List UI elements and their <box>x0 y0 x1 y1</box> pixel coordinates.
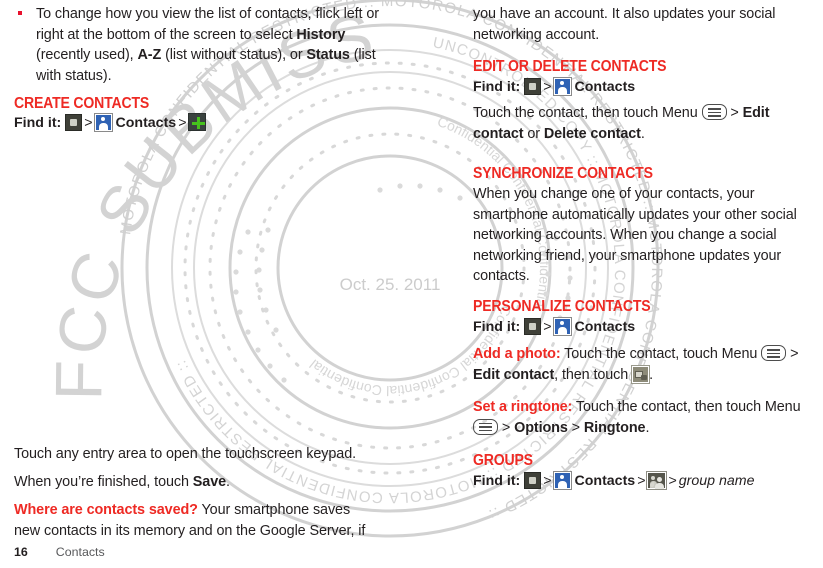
ringtone-text-2: > <box>498 419 515 436</box>
find-it-label: Find it: <box>473 473 521 489</box>
heading-synchronize-contacts: SYNCHRONIZE CONTACTS <box>473 165 653 182</box>
lead-set-a-ringtone: Set a ringtone: <box>473 399 573 415</box>
contacts-icon[interactable] <box>553 472 571 489</box>
ringtone-bold-ringtone: Ringtone <box>583 419 646 436</box>
paragraph-edit-delete-steps: Touch the contact, then touch Menu > Edi… <box>473 103 823 144</box>
ringtone-text-3: > <box>567 419 584 436</box>
heading-edit-or-delete-contacts: EDIT OR DELETE CONTACTS <box>473 58 667 75</box>
group-name-placeholder: group name <box>678 473 755 489</box>
add-plus-icon[interactable] <box>188 113 207 131</box>
find-it-label: Find it: <box>473 319 521 335</box>
edit-delete-text-2: > <box>726 105 743 121</box>
contacts-icon[interactable] <box>553 318 571 335</box>
add-photo-text-4: . <box>649 366 653 383</box>
groups-icon[interactable] <box>647 472 667 489</box>
heading-create-contacts: CREATE CONTACTS <box>14 95 150 112</box>
contacts-label[interactable]: Contacts <box>574 473 635 489</box>
find-it-personalize: Find it: > Contacts <box>473 317 635 337</box>
find-it-label: Find it: <box>473 79 521 95</box>
find-it-edit-delete: Find it: > Contacts <box>473 77 635 97</box>
find-it-create-contacts: Find it: > Contacts > <box>14 113 207 133</box>
path-separator: > <box>543 79 552 95</box>
left-column: To change how you view the list of conta… <box>14 0 379 539</box>
app-launcher-icon[interactable] <box>524 472 542 489</box>
add-photo-text-2: > <box>786 346 799 362</box>
bullet-bold-status: Status <box>306 47 350 63</box>
path-separator: > <box>543 473 552 489</box>
lead-where-saved: Where are contacts saved? <box>14 502 198 518</box>
paragraph-touch-entry-area: Touch any entry area to open the touchsc… <box>14 446 357 462</box>
contacts-icon[interactable] <box>94 114 112 131</box>
footer-section-name: Contacts <box>55 545 105 559</box>
path-separator: > <box>84 115 93 131</box>
add-photo-text-1: Touch the contact, touch Menu <box>560 346 762 362</box>
contacts-label[interactable]: Contacts <box>115 115 176 131</box>
paragraph-when-finished: When you’re finished, touch Save. <box>14 472 374 493</box>
bullet-text-3: (list without status), or <box>161 47 307 63</box>
contacts-icon[interactable] <box>553 78 571 95</box>
edit-delete-text-4: . <box>640 125 645 142</box>
finished-text-2: . <box>226 474 230 490</box>
bullet-text-2: (recently used), <box>36 47 138 63</box>
app-launcher-icon[interactable] <box>524 318 542 335</box>
add-photo-bold-edit-contact: Edit contact <box>473 366 555 383</box>
path-separator-2: > <box>178 115 187 131</box>
photo-icon[interactable] <box>632 365 650 383</box>
menu-key-icon[interactable] <box>701 104 727 120</box>
paragraph-where-are-contacts-saved: Where are contacts saved? Your smartphon… <box>14 500 372 541</box>
edit-delete-text-1: Touch the contact, then touch Menu <box>473 105 702 121</box>
path-separator-3: > <box>668 473 677 489</box>
find-it-label: Find it: <box>14 115 62 131</box>
finished-text-1: When you’re finished, touch <box>14 474 193 490</box>
paragraph-set-a-ringtone: Set a ringtone: Touch the contact, then … <box>473 397 823 438</box>
list-item: To change how you view the list of conta… <box>14 4 386 86</box>
bullet-bold-az: A-Z <box>137 47 162 63</box>
edit-delete-bold-delete: Delete contact <box>543 125 641 142</box>
find-it-groups: Find it: > Contacts > > group name <box>473 471 755 491</box>
page-number: 16 <box>14 545 28 559</box>
bullet-dot-icon <box>18 11 22 15</box>
heading-personalize-contacts: PERSONALIZE CONTACTS <box>473 298 651 315</box>
lead-add-a-photo: Add a photo: <box>473 346 561 362</box>
ringtone-text-4: . <box>645 419 650 436</box>
contacts-label[interactable]: Contacts <box>574 319 635 335</box>
ringtone-bold-options: Options <box>514 419 568 436</box>
app-launcher-icon[interactable] <box>524 78 542 95</box>
bullet-bold-history: History <box>296 26 346 43</box>
ringtone-text-1: Touch the contact, then touch Menu <box>572 399 801 415</box>
add-photo-text-3: , then touch <box>554 366 633 383</box>
path-separator: > <box>543 319 552 335</box>
page-content: To change how you view the list of conta… <box>0 0 823 568</box>
path-separator-2: > <box>637 473 646 489</box>
page-footer: 16 Contacts <box>14 545 105 559</box>
paragraph-continued-account: you have an account. It also updates you… <box>473 6 776 43</box>
finished-bold-save: Save <box>192 474 227 490</box>
app-launcher-icon[interactable] <box>65 114 83 131</box>
menu-key-icon[interactable] <box>761 345 787 361</box>
paragraph-synchronize: When you change one of your contacts, yo… <box>473 186 797 284</box>
edit-delete-text-3: or <box>523 125 544 142</box>
paragraph-add-a-photo: Add a photo: Touch the contact, touch Me… <box>473 344 823 385</box>
contacts-label[interactable]: Contacts <box>574 79 635 95</box>
heading-groups: GROUPS <box>473 452 533 469</box>
menu-key-icon[interactable] <box>473 418 498 435</box>
